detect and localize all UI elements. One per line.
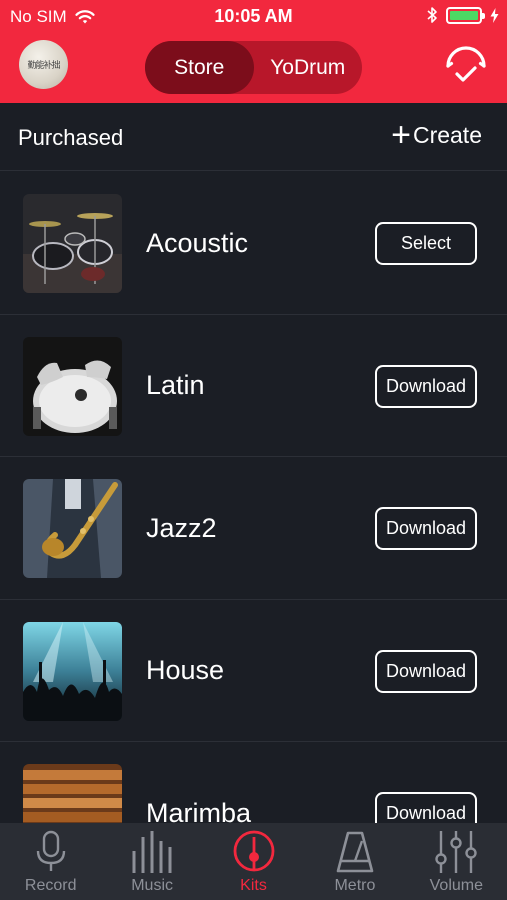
kit-name: Acoustic — [146, 227, 249, 258]
tab-kits[interactable]: Kits — [203, 823, 304, 900]
microphone-icon — [36, 830, 65, 871]
bluetooth-icon — [427, 7, 437, 23]
avatar[interactable]: 勤能补拙 — [19, 40, 68, 89]
tab-music[interactable]: Music — [101, 823, 202, 900]
charging-icon — [490, 7, 499, 23]
kit-select-button[interactable]: Select — [375, 222, 477, 265]
kit-thumbnail-house — [23, 621, 122, 721]
tab-label: Volume — [429, 877, 484, 894]
status-right — [427, 6, 499, 24]
battery-icon — [446, 6, 485, 24]
tab-label: Kits — [240, 877, 267, 894]
kit-name: Marimba — [146, 797, 252, 824]
avatar-calligraphy: 勤能补拙 — [27, 61, 60, 71]
kit-download-button[interactable]: Download — [375, 649, 477, 693]
kit-download-button[interactable]: Download — [375, 792, 477, 823]
kit-row-acoustic[interactable]: Acoustic Select — [0, 172, 507, 315]
segment-store[interactable]: Store — [145, 41, 254, 94]
tab-volume[interactable]: Volume — [406, 823, 507, 900]
kit-row-marimba[interactable]: Marimba Download — [0, 742, 507, 823]
kit-row-house[interactable]: House Download — [0, 600, 507, 742]
status-bar: No SIM 10:05 AM — [0, 0, 507, 34]
kit-name: House — [146, 655, 225, 685]
tab-label: Metro — [334, 877, 376, 894]
kit-thumbnail-jazz2 — [23, 479, 122, 578]
tab-bar: Record Music Kits Metro Volume — [0, 823, 507, 900]
kit-thumbnail-acoustic — [23, 194, 122, 293]
kit-name: Latin — [146, 370, 205, 400]
purchased-header: Purchased + Create — [0, 103, 507, 171]
nav-bar: 勤能补拙 Store YoDrum — [0, 34, 507, 103]
drumstick-circle-icon — [233, 830, 274, 872]
battery-level — [450, 10, 478, 20]
kit-name: Jazz2 — [146, 512, 217, 543]
kit-list[interactable]: Acoustic Select Latin Download Jazz2 Dow… — [0, 172, 507, 823]
section-title: Purchased — [18, 125, 124, 150]
segment-yodrum[interactable]: YoDrum — [254, 41, 363, 94]
kit-row-jazz2[interactable]: Jazz2 Download — [0, 457, 507, 600]
kit-thumbnail-latin — [23, 336, 122, 436]
kit-thumbnail-marimba — [23, 764, 122, 823]
equalizer-bars-icon — [132, 831, 172, 873]
tab-record[interactable]: Record — [0, 823, 101, 900]
tab-label: Music — [131, 877, 173, 894]
create-label: Create — [412, 121, 482, 148]
tab-label: Record — [24, 877, 77, 894]
plus-icon: + — [391, 116, 411, 154]
sync-check-icon[interactable] — [443, 44, 489, 90]
kit-row-latin[interactable]: Latin Download — [0, 315, 507, 457]
sliders-icon — [435, 831, 478, 873]
kit-download-button[interactable]: Download — [375, 507, 477, 550]
kit-download-button[interactable]: Download — [375, 364, 477, 408]
metronome-icon — [336, 831, 374, 873]
tab-metro[interactable]: Metro — [304, 823, 405, 900]
store-yodrum-segmented-control: Store YoDrum — [145, 41, 362, 94]
create-button[interactable]: + Create — [391, 116, 482, 154]
